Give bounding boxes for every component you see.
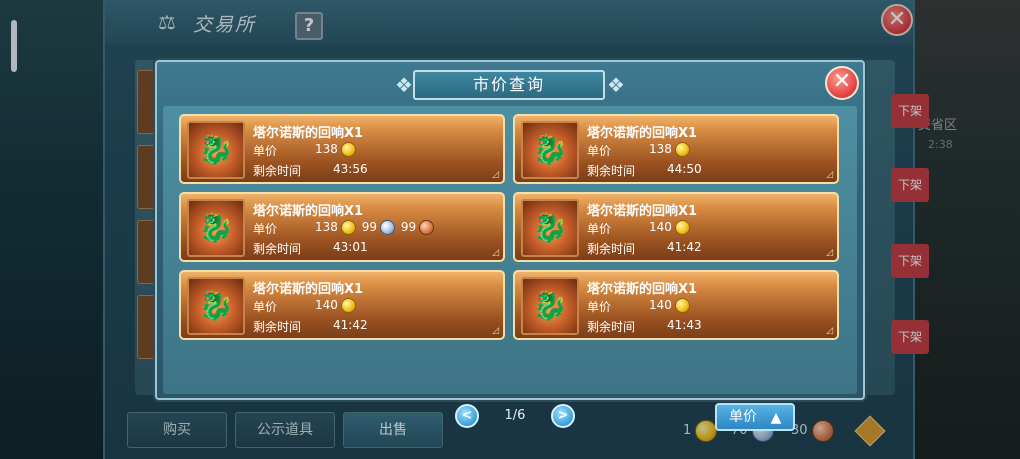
extra-price-amount: 99 (400, 220, 417, 234)
pagination: < 1/6 > (455, 404, 575, 428)
item-name: 塔尔诺斯的回响X1 (253, 126, 364, 141)
price-label: 单价 (253, 222, 278, 236)
price-value: 140 (649, 220, 692, 235)
time-remaining: 43:01 (333, 240, 368, 254)
sort-label: 单价 (729, 409, 757, 425)
gold-coin-icon (340, 142, 356, 157)
price-listing-card[interactable]: 🐉 塔尔诺斯的回响X1 单价 140 剩余时间 41:42 ◿ (513, 192, 839, 262)
dragon-item-icon: 🐉 (187, 121, 245, 179)
price-amount: 138 (649, 142, 672, 156)
title-ornament-left-icon: ❖ (395, 73, 413, 97)
time-remaining: 41:42 (333, 318, 368, 332)
item-name: 塔尔诺斯的回响X1 (253, 282, 364, 297)
time-remaining: 43:56 (333, 162, 368, 176)
prev-page-button[interactable]: < (455, 404, 479, 428)
silver-coin-icon (380, 220, 396, 235)
time-label: 剩余时间 (253, 320, 302, 334)
dialog-title-bar: 市价查询 (413, 70, 605, 100)
time-remaining: 44:50 (667, 162, 702, 176)
corner-ornament-icon: ◿ (826, 326, 833, 336)
dialog-title: 市价查询 (472, 75, 545, 94)
price-listing-card[interactable]: 🐉 塔尔诺斯的回响X1 单价 138 剩余时间 44:50 ◿ (513, 114, 839, 184)
item-name: 塔尔诺斯的回响X1 (587, 126, 698, 141)
price-value: 140 (649, 298, 692, 313)
sort-by-price-button[interactable]: 单价 ▲ (715, 403, 795, 431)
dialog-close-button[interactable]: ✕ (825, 66, 859, 100)
time-remaining: 41:43 (667, 318, 702, 332)
dragon-item-icon: 🐉 (521, 277, 579, 335)
time-label: 剩余时间 (253, 164, 302, 178)
gold-coin-icon (340, 298, 356, 313)
price-value: 140 (315, 298, 358, 313)
dragon-item-icon: 🐉 (521, 121, 579, 179)
price-listing-card[interactable]: 🐉 塔尔诺斯的回响X1 单价 138 剩余时间 43:56 ◿ (179, 114, 505, 184)
gold-coin-icon (674, 142, 690, 157)
price-label: 单价 (253, 300, 278, 314)
copper-coin-icon (419, 220, 435, 235)
item-name: 塔尔诺斯的回响X1 (253, 204, 364, 219)
price-amount: 140 (315, 298, 338, 312)
price-amount: 140 (649, 220, 672, 234)
price-label: 单价 (253, 144, 278, 158)
corner-ornament-icon: ◿ (826, 170, 833, 180)
price-listing-card[interactable]: 🐉 塔尔诺斯的回响X1 单价 140 剩余时间 41:43 ◿ (513, 270, 839, 340)
gold-coin-icon (674, 298, 690, 313)
corner-ornament-icon: ◿ (826, 248, 833, 258)
price-listing-card[interactable]: 🐉 塔尔诺斯的回响X1 单价 138 99 99 剩余时间 43:01 ◿ (179, 192, 505, 262)
price-listing-card[interactable]: 🐉 塔尔诺斯的回响X1 单价 140 剩余时间 41:42 ◿ (179, 270, 505, 340)
dragon-item-icon: 🐉 (187, 199, 245, 257)
price-value: 138 (315, 142, 358, 157)
price-amount: 138 (315, 142, 338, 156)
corner-ornament-icon: ◿ (492, 170, 499, 180)
dragon-item-icon: 🐉 (187, 277, 245, 335)
corner-ornament-icon: ◿ (492, 248, 499, 258)
extra-price-amount: 99 (361, 220, 378, 234)
time-label: 剩余时间 (253, 242, 302, 256)
time-label: 剩余时间 (587, 320, 636, 334)
time-label: 剩余时间 (587, 242, 636, 256)
gold-coin-icon (340, 220, 356, 235)
gold-coin-icon (674, 220, 690, 235)
dragon-item-icon: 🐉 (521, 199, 579, 257)
price-amount: 140 (649, 298, 672, 312)
price-amount: 138 (315, 220, 338, 234)
time-remaining: 41:42 (667, 240, 702, 254)
title-ornament-right-icon: ❖ (607, 73, 625, 97)
time-label: 剩余时间 (587, 164, 636, 178)
price-label: 单价 (587, 300, 612, 314)
price-label: 单价 (587, 144, 612, 158)
item-name: 塔尔诺斯的回响X1 (587, 282, 698, 297)
page-indicator: 1/6 (504, 408, 526, 423)
next-page-button[interactable]: > (551, 404, 575, 428)
item-name: 塔尔诺斯的回响X1 (587, 204, 698, 219)
corner-ornament-icon: ◿ (492, 326, 499, 336)
market-price-dialog: ❖ 市价查询 ❖ ✕ 🐉 塔尔诺斯的回响X1 单价 138 剩余时间 43:56 ◿ 🐉 塔尔诺… (155, 60, 865, 431)
price-list: 🐉 塔尔诺斯的回响X1 单价 138 剩余时间 43:56 ◿ 🐉 塔尔诺斯的回响X1 单价 138… (163, 106, 857, 431)
price-value: 138 99 99 (315, 220, 436, 235)
price-value: 138 (649, 142, 692, 157)
price-label: 单价 (587, 222, 612, 236)
sort-up-arrow-icon: ▲ (770, 410, 782, 426)
